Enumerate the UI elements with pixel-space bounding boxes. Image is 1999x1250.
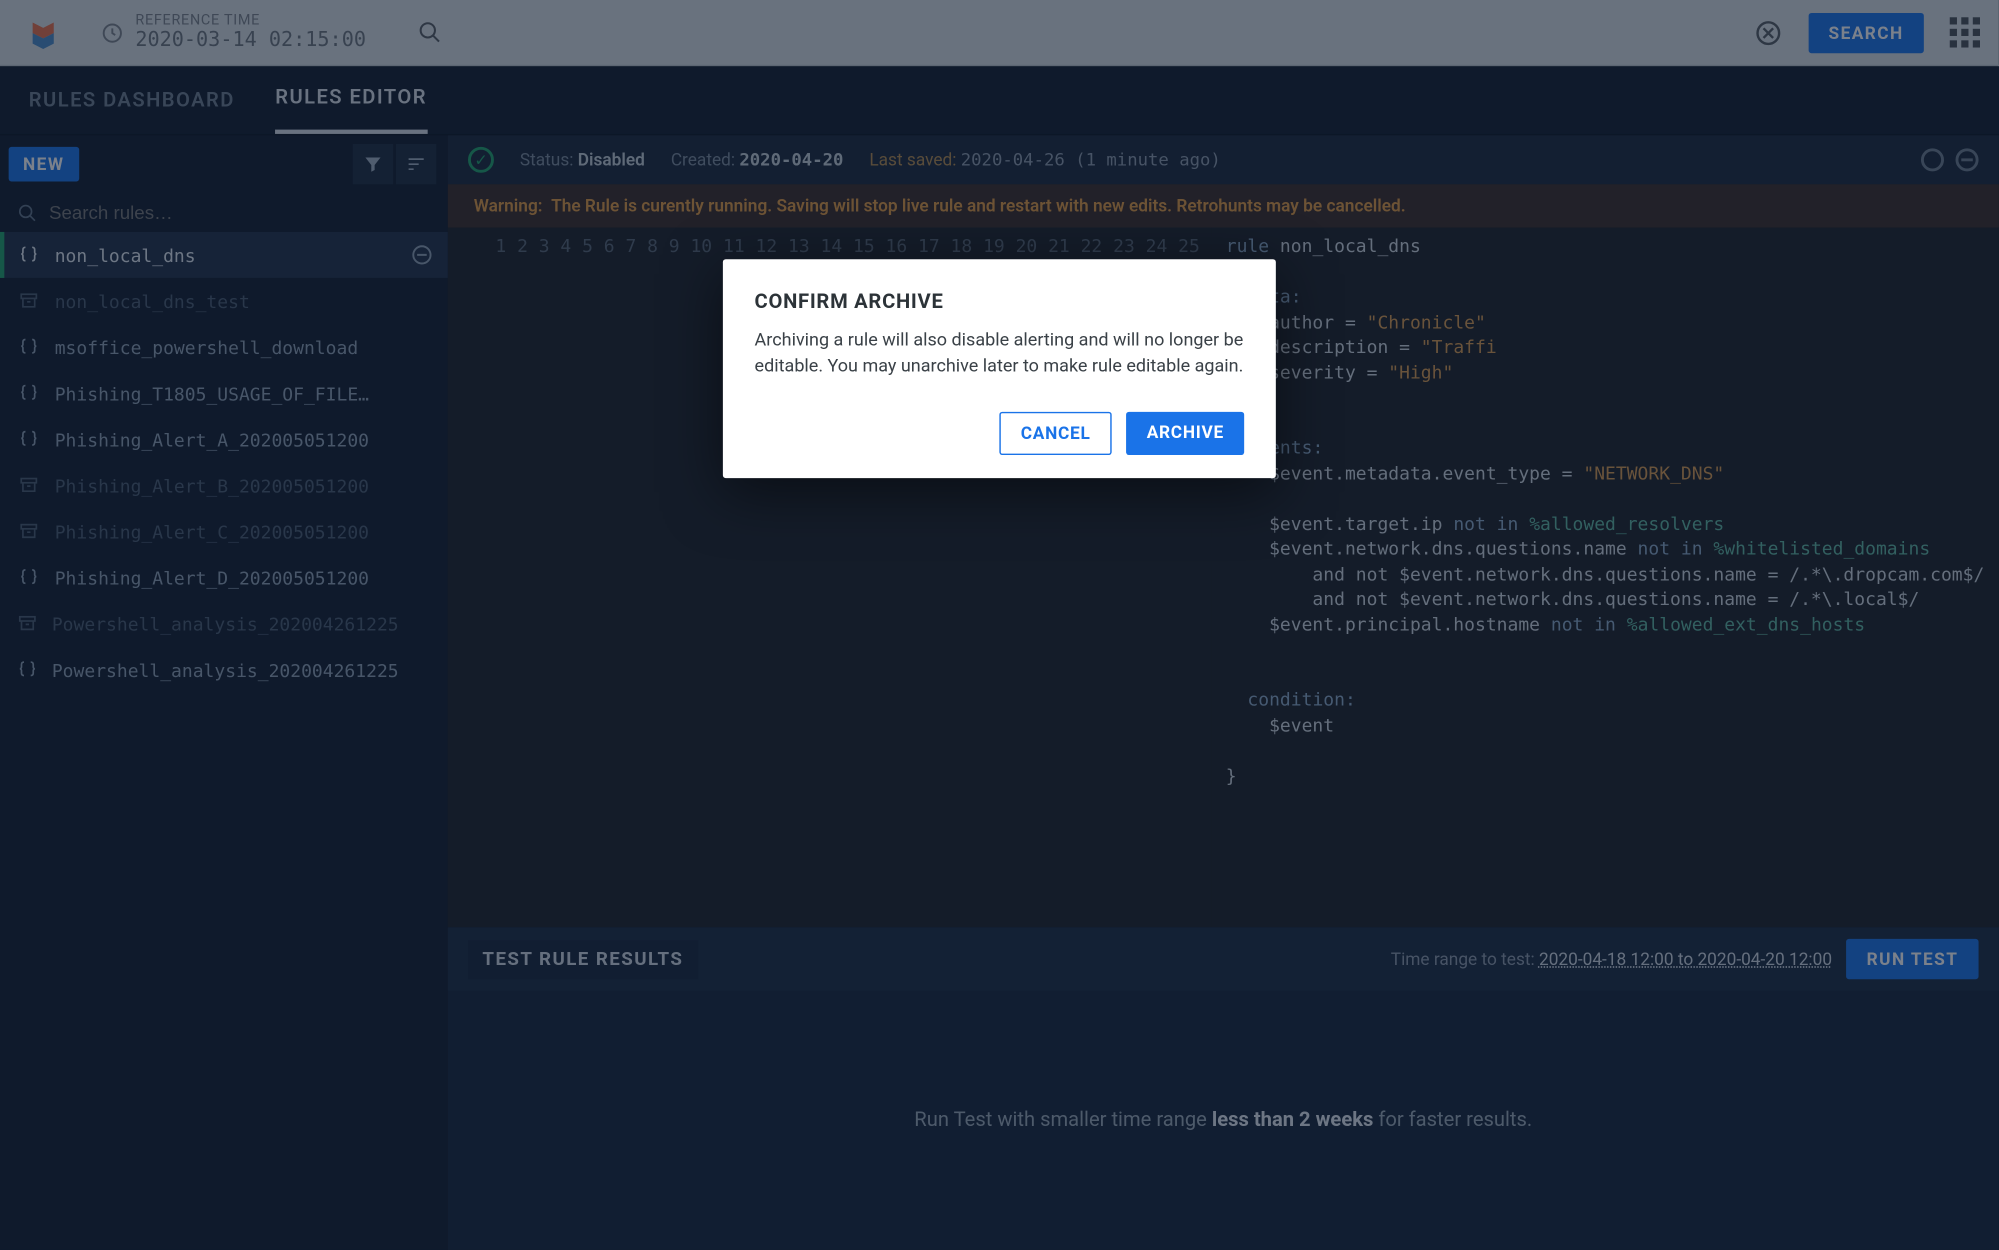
modal-overlay[interactable]: CONFIRM ARCHIVE Archiving a rule will al…: [0, 0, 1999, 1250]
confirm-archive-modal: CONFIRM ARCHIVE Archiving a rule will al…: [723, 259, 1276, 478]
cancel-button[interactable]: CANCEL: [999, 412, 1112, 455]
modal-body: Archiving a rule will also disable alert…: [755, 328, 1245, 380]
modal-title: CONFIRM ARCHIVE: [755, 291, 1245, 314]
archive-button[interactable]: ARCHIVE: [1127, 412, 1245, 455]
